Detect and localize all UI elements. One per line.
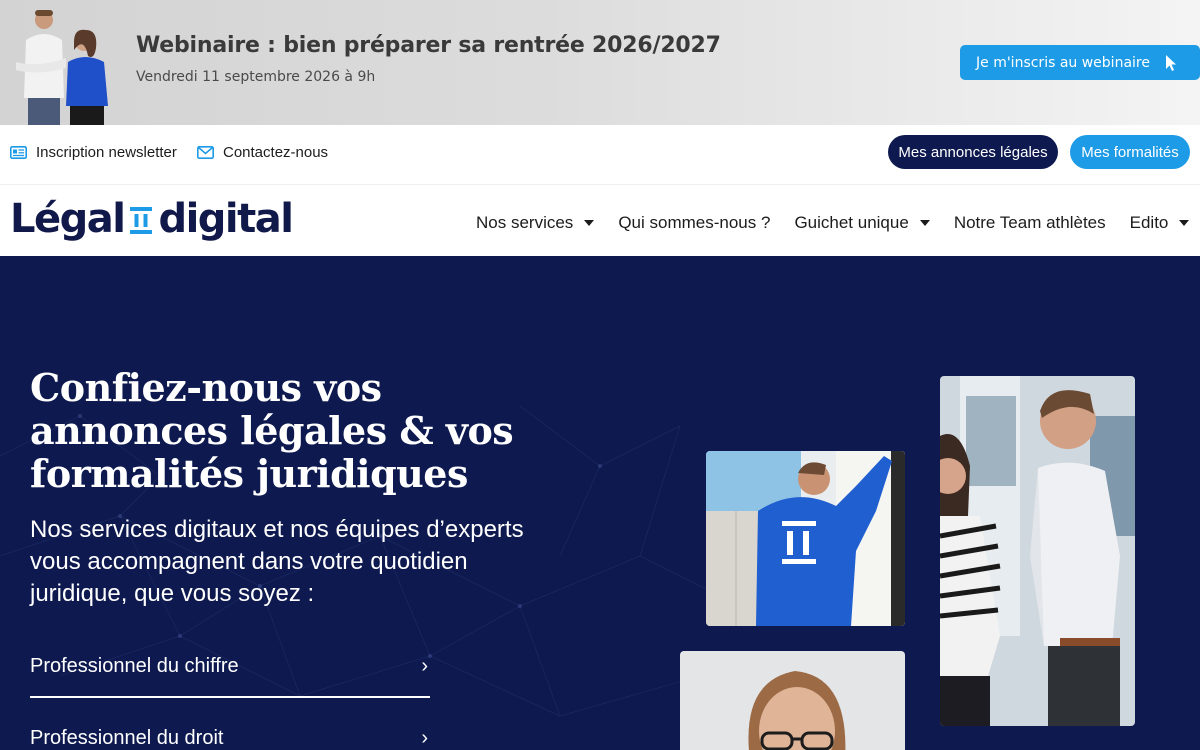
chevron-right-icon: › <box>421 654 428 677</box>
team-photo <box>940 376 1135 726</box>
nav-item-label: Notre Team athlètes <box>953 213 1106 232</box>
hero-subtitle: Nos services digitaux et nos équipes d’e… <box>30 516 524 607</box>
audience-link-label: Professionnel du chiffre <box>30 654 239 677</box>
nav-item-label: Guichet unique <box>794 213 909 232</box>
nav-item-nos-services[interactable]: Nos services <box>476 213 595 233</box>
nav-item-edito[interactable]: Edito <box>1130 213 1190 233</box>
nav-item-label: Qui sommes-nous ? <box>618 213 771 232</box>
newsletter-link[interactable]: Inscription newsletter <box>10 144 177 161</box>
presenters-photo <box>16 10 108 125</box>
annonces-legales-button[interactable]: Mes annonces légales <box>888 135 1058 169</box>
webinar-register-label: Je m'inscris au webinaire <box>976 54 1150 71</box>
newsletter-label: Inscription newsletter <box>36 144 177 161</box>
contact-label: Contactez-nous <box>223 144 329 161</box>
nav-item-label: Edito <box>1129 213 1169 232</box>
hero-title: Confiez-nous vos annonces légales & vos … <box>30 365 514 496</box>
cursor-icon <box>1165 54 1176 71</box>
nav-item-guichet-unique[interactable]: Guichet unique <box>794 213 930 233</box>
audience-divider <box>30 696 430 698</box>
caret-down-icon <box>1179 220 1190 226</box>
expert-portrait-photo <box>680 651 905 750</box>
hero-section: Confiez-nous vos annonces légales & vos … <box>0 256 1200 750</box>
nav-item-qui-sommes-nous[interactable]: Qui sommes-nous ? <box>618 213 770 233</box>
formalites-button[interactable]: Mes formalités <box>1070 135 1190 169</box>
athlete-photo <box>706 451 905 626</box>
audience-link-droit[interactable]: Professionnel du droit › <box>30 717 430 750</box>
legal-digital-logo[interactable]: Légal digital <box>10 196 294 242</box>
logo-text-right: digital <box>158 196 294 242</box>
nav-item-team-athletes[interactable]: Notre Team athlètes <box>954 213 1106 233</box>
caret-down-icon <box>919 220 930 226</box>
envelope-icon <box>197 146 214 159</box>
nav-menu: Nos services Qui sommes-nous ? Guichet u… <box>476 213 1190 233</box>
main-navigation: Légal digital Nos services Qui sommes-no… <box>0 185 1200 256</box>
chevron-right-icon: › <box>421 726 428 749</box>
webinar-register-button[interactable]: Je m'inscris au webinaire <box>960 45 1200 80</box>
caret-down-icon <box>584 220 595 226</box>
webinar-date: Vendredi 11 septembre 2026 à 9h <box>136 69 376 85</box>
logo-mark-icon <box>130 207 153 234</box>
webinar-banner: Webinaire : bien préparer sa rentrée 202… <box>0 0 1200 125</box>
newspaper-icon <box>10 146 27 159</box>
nav-item-label: Nos services <box>476 213 574 232</box>
contact-link[interactable]: Contactez-nous <box>197 144 328 161</box>
utility-bar: Inscription newsletter Contactez-nous Me… <box>0 125 1200 185</box>
webinar-title: Webinaire : bien préparer sa rentrée 202… <box>136 33 721 58</box>
logo-text-left: Légal <box>10 196 126 242</box>
audience-link-chiffre[interactable]: Professionnel du chiffre › <box>30 645 430 687</box>
audience-link-label: Professionnel du droit <box>30 726 224 749</box>
